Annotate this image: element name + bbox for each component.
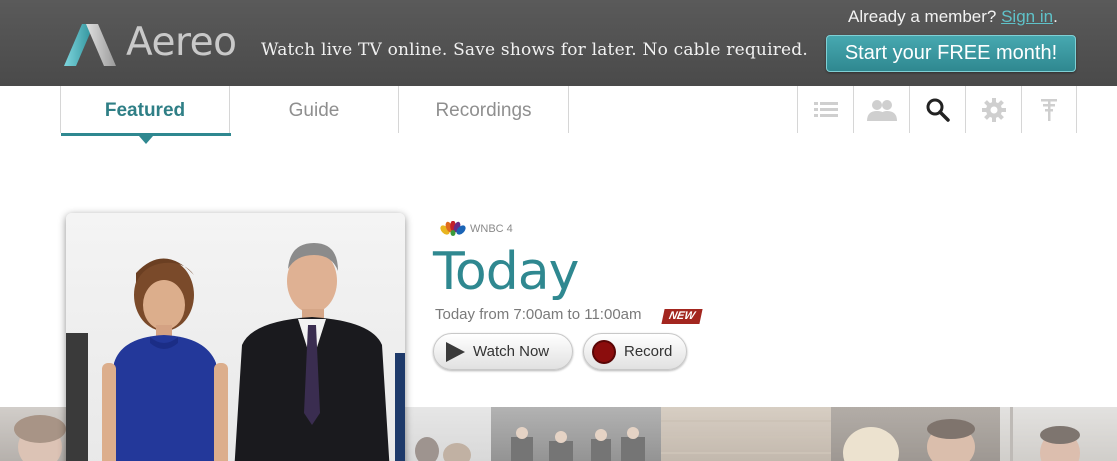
show-title[interactable]: Today [433, 242, 579, 302]
show-thumbnail[interactable] [491, 407, 661, 461]
show-thumbnail[interactable] [831, 407, 1000, 461]
main-nav: Featured Guide Recordings [0, 86, 1117, 144]
antenna-button[interactable] [1021, 86, 1077, 133]
watch-now-button[interactable]: Watch Now [433, 333, 573, 370]
tab-guide-label: Guide [288, 100, 340, 121]
record-icon [592, 339, 616, 364]
record-button[interactable]: Record [583, 333, 687, 370]
show-thumbnail[interactable] [1000, 407, 1117, 461]
people-button[interactable] [853, 86, 909, 133]
tab-recordings-label: Recordings [435, 100, 532, 121]
aereo-logo-icon[interactable] [64, 24, 116, 66]
show-thumbnail[interactable] [0, 407, 66, 461]
search-icon [926, 98, 950, 122]
play-icon [446, 341, 465, 362]
antenna-icon [1041, 98, 1057, 121]
list-button[interactable] [797, 86, 853, 133]
tab-featured[interactable]: Featured [60, 86, 231, 144]
sign-in-link[interactable]: Sign in [1001, 7, 1053, 26]
member-prompt-text: Already a member? [848, 7, 997, 26]
watch-now-label: Watch Now [473, 343, 550, 360]
new-badge: NEW [661, 309, 703, 324]
start-free-month-button[interactable]: Start your FREE month! [826, 35, 1076, 72]
search-button[interactable] [909, 86, 965, 133]
gear-icon [981, 97, 1006, 122]
channel-label: WNBC 4 [440, 221, 513, 236]
nbc-peacock-icon [440, 221, 466, 236]
tab-featured-label: Featured [104, 100, 186, 121]
logo-text[interactable]: Aereo [126, 20, 237, 65]
people-icon [866, 99, 897, 121]
show-thumbnail[interactable] [661, 407, 831, 461]
list-icon [813, 101, 838, 117]
show-poster-image[interactable] [66, 213, 405, 461]
channel-name: WNBC 4 [470, 222, 513, 235]
show-thumbnail[interactable] [405, 407, 491, 461]
tab-guide[interactable]: Guide [230, 86, 399, 133]
tab-recordings[interactable]: Recordings [399, 86, 569, 133]
settings-button[interactable] [965, 86, 1021, 133]
record-label: Record [624, 343, 673, 360]
member-prompt: Already a member? Sign in. [848, 7, 1058, 27]
top-bar: Aereo Watch live TV online. Save shows f… [0, 0, 1117, 86]
active-tab-notch [139, 136, 153, 144]
tagline: Watch live TV online. Save shows for lat… [261, 40, 808, 60]
member-suffix: . [1053, 7, 1058, 26]
show-airtime: Today from 7:00am to 11:00am [435, 306, 642, 323]
